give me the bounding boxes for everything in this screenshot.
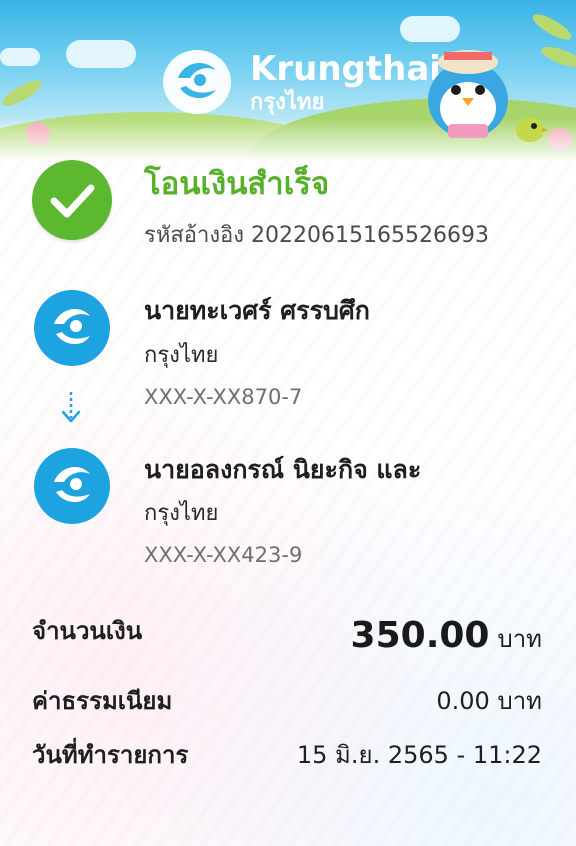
reference-code: รหัสอ้างอิง 20220615165526693 xyxy=(144,223,489,248)
amount-value: 350.00 xyxy=(350,615,490,656)
receiver-name: นายอลงกรณ์ นิยะกิจ และ xyxy=(144,455,422,484)
mascot-bird-icon xyxy=(428,50,508,138)
cloud-decoration xyxy=(0,48,40,66)
leaf-decoration xyxy=(529,9,575,45)
brand-name-en: Krungthai xyxy=(250,49,441,89)
brand-name-th: กรุงไทย xyxy=(250,90,325,115)
arrow-down-icon xyxy=(61,392,81,423)
sender-account-number: XXX-X-XX870-7 xyxy=(144,385,303,409)
success-check-icon xyxy=(32,160,112,240)
leaf-decoration xyxy=(538,42,576,72)
sender-bank-logo-icon xyxy=(34,290,110,366)
sender-bank: กรุงไทย xyxy=(144,343,219,368)
receiver-account-number: XXX-X-XX423-9 xyxy=(144,543,303,567)
amount-unit: บาท xyxy=(497,625,542,653)
cloud-decoration xyxy=(66,40,136,68)
fee-value: 0.00 บาท xyxy=(436,687,542,715)
date-label: วันที่ทำรายการ xyxy=(32,741,189,769)
header-banner: Krungthai กรุงไทย xyxy=(0,0,576,160)
small-bird-icon xyxy=(516,118,548,142)
krungthai-logo-icon xyxy=(163,50,231,114)
date-value: 15 มิ.ย. 2565 - 11:22 xyxy=(296,741,542,769)
leaf-decoration xyxy=(0,75,45,111)
amount-value-group: 350.00 บาท xyxy=(351,614,542,658)
fee-label: ค่าธรรมเนียม xyxy=(32,687,173,715)
amount-label: จำนวนเงิน xyxy=(32,617,143,645)
receiver-bank: กรุงไทย xyxy=(144,501,219,526)
receiver-bank-logo-icon xyxy=(34,448,110,524)
sender-name: นายทะเวศร์ ศรรบศึก xyxy=(144,296,370,325)
status-title: โอนเงินสำเร็จ xyxy=(144,166,330,202)
